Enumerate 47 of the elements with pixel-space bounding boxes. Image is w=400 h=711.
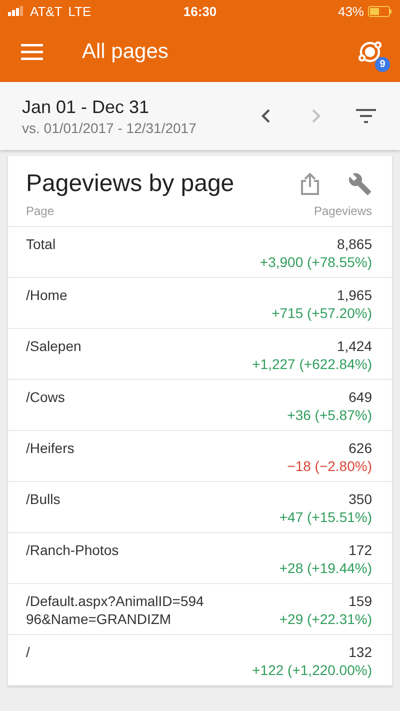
change-value: +36 (+5.87%): [287, 406, 372, 424]
page-title: All pages: [82, 40, 170, 64]
pageviews-value: 159: [348, 592, 372, 610]
page-path: /Ranch-Photos: [26, 541, 120, 560]
battery-icon: [368, 6, 392, 16]
battery-percent: 43%: [338, 4, 364, 18]
change-value: +28 (+19.44%): [279, 559, 372, 577]
change-value: −18 (−2.80%): [287, 457, 372, 475]
pageviews-value: 649: [348, 388, 372, 406]
change-value: +3,900 (+78.55%): [260, 253, 372, 271]
change-value: +715 (+57.20%): [272, 304, 372, 322]
wrench-icon: [348, 172, 372, 196]
filter-icon: [356, 109, 376, 123]
customize-button[interactable]: [346, 170, 374, 198]
change-value: +29 (+22.31%): [279, 610, 372, 628]
page-path: /: [26, 643, 31, 662]
page-path: /Default.aspx?AnimalID=59496&Name=GRANDIZM: [26, 592, 205, 629]
comparison-range: vs. 01/01/2017 - 12/31/2017: [22, 120, 198, 136]
signal-icon: [8, 6, 24, 16]
pageviews-value: 1,965: [336, 286, 372, 304]
menu-icon: [21, 44, 43, 60]
network-type: LTE: [68, 4, 92, 18]
pageviews-value: 132: [348, 643, 372, 661]
clock-time: 16:30: [183, 4, 217, 18]
column-header: Page: [26, 204, 54, 218]
page-path: /Bulls: [26, 490, 62, 509]
notification-badge: 9: [375, 57, 390, 72]
chevron-left-icon: [261, 108, 271, 124]
date-range[interactable]: Jan 01 - Dec 31: [22, 96, 230, 118]
page-path: /Salepen: [26, 337, 82, 356]
share-icon: [300, 172, 320, 196]
carrier-name: AT&T: [30, 4, 62, 18]
page-path: /Heifers: [26, 439, 76, 458]
chevron-right-icon: [311, 108, 321, 124]
card-title: Pageviews by page: [26, 170, 236, 198]
pageviews-value: 8,865: [336, 235, 372, 253]
change-value: +122 (+1,220.00%): [252, 661, 372, 679]
change-value: +1,227 (+622.84%): [252, 355, 372, 373]
page-path: /Cows: [26, 388, 66, 407]
pageviews-value: 172: [348, 541, 372, 559]
page-path: /Home: [26, 286, 68, 305]
pageviews-value: 350: [348, 490, 372, 508]
pageviews-value: 1,424: [336, 337, 372, 355]
pageviews-value: 626: [348, 439, 372, 457]
column-header: Pageviews: [314, 204, 372, 218]
page-path: Total: [26, 235, 57, 254]
change-value: +47 (+15.51%): [279, 508, 372, 526]
